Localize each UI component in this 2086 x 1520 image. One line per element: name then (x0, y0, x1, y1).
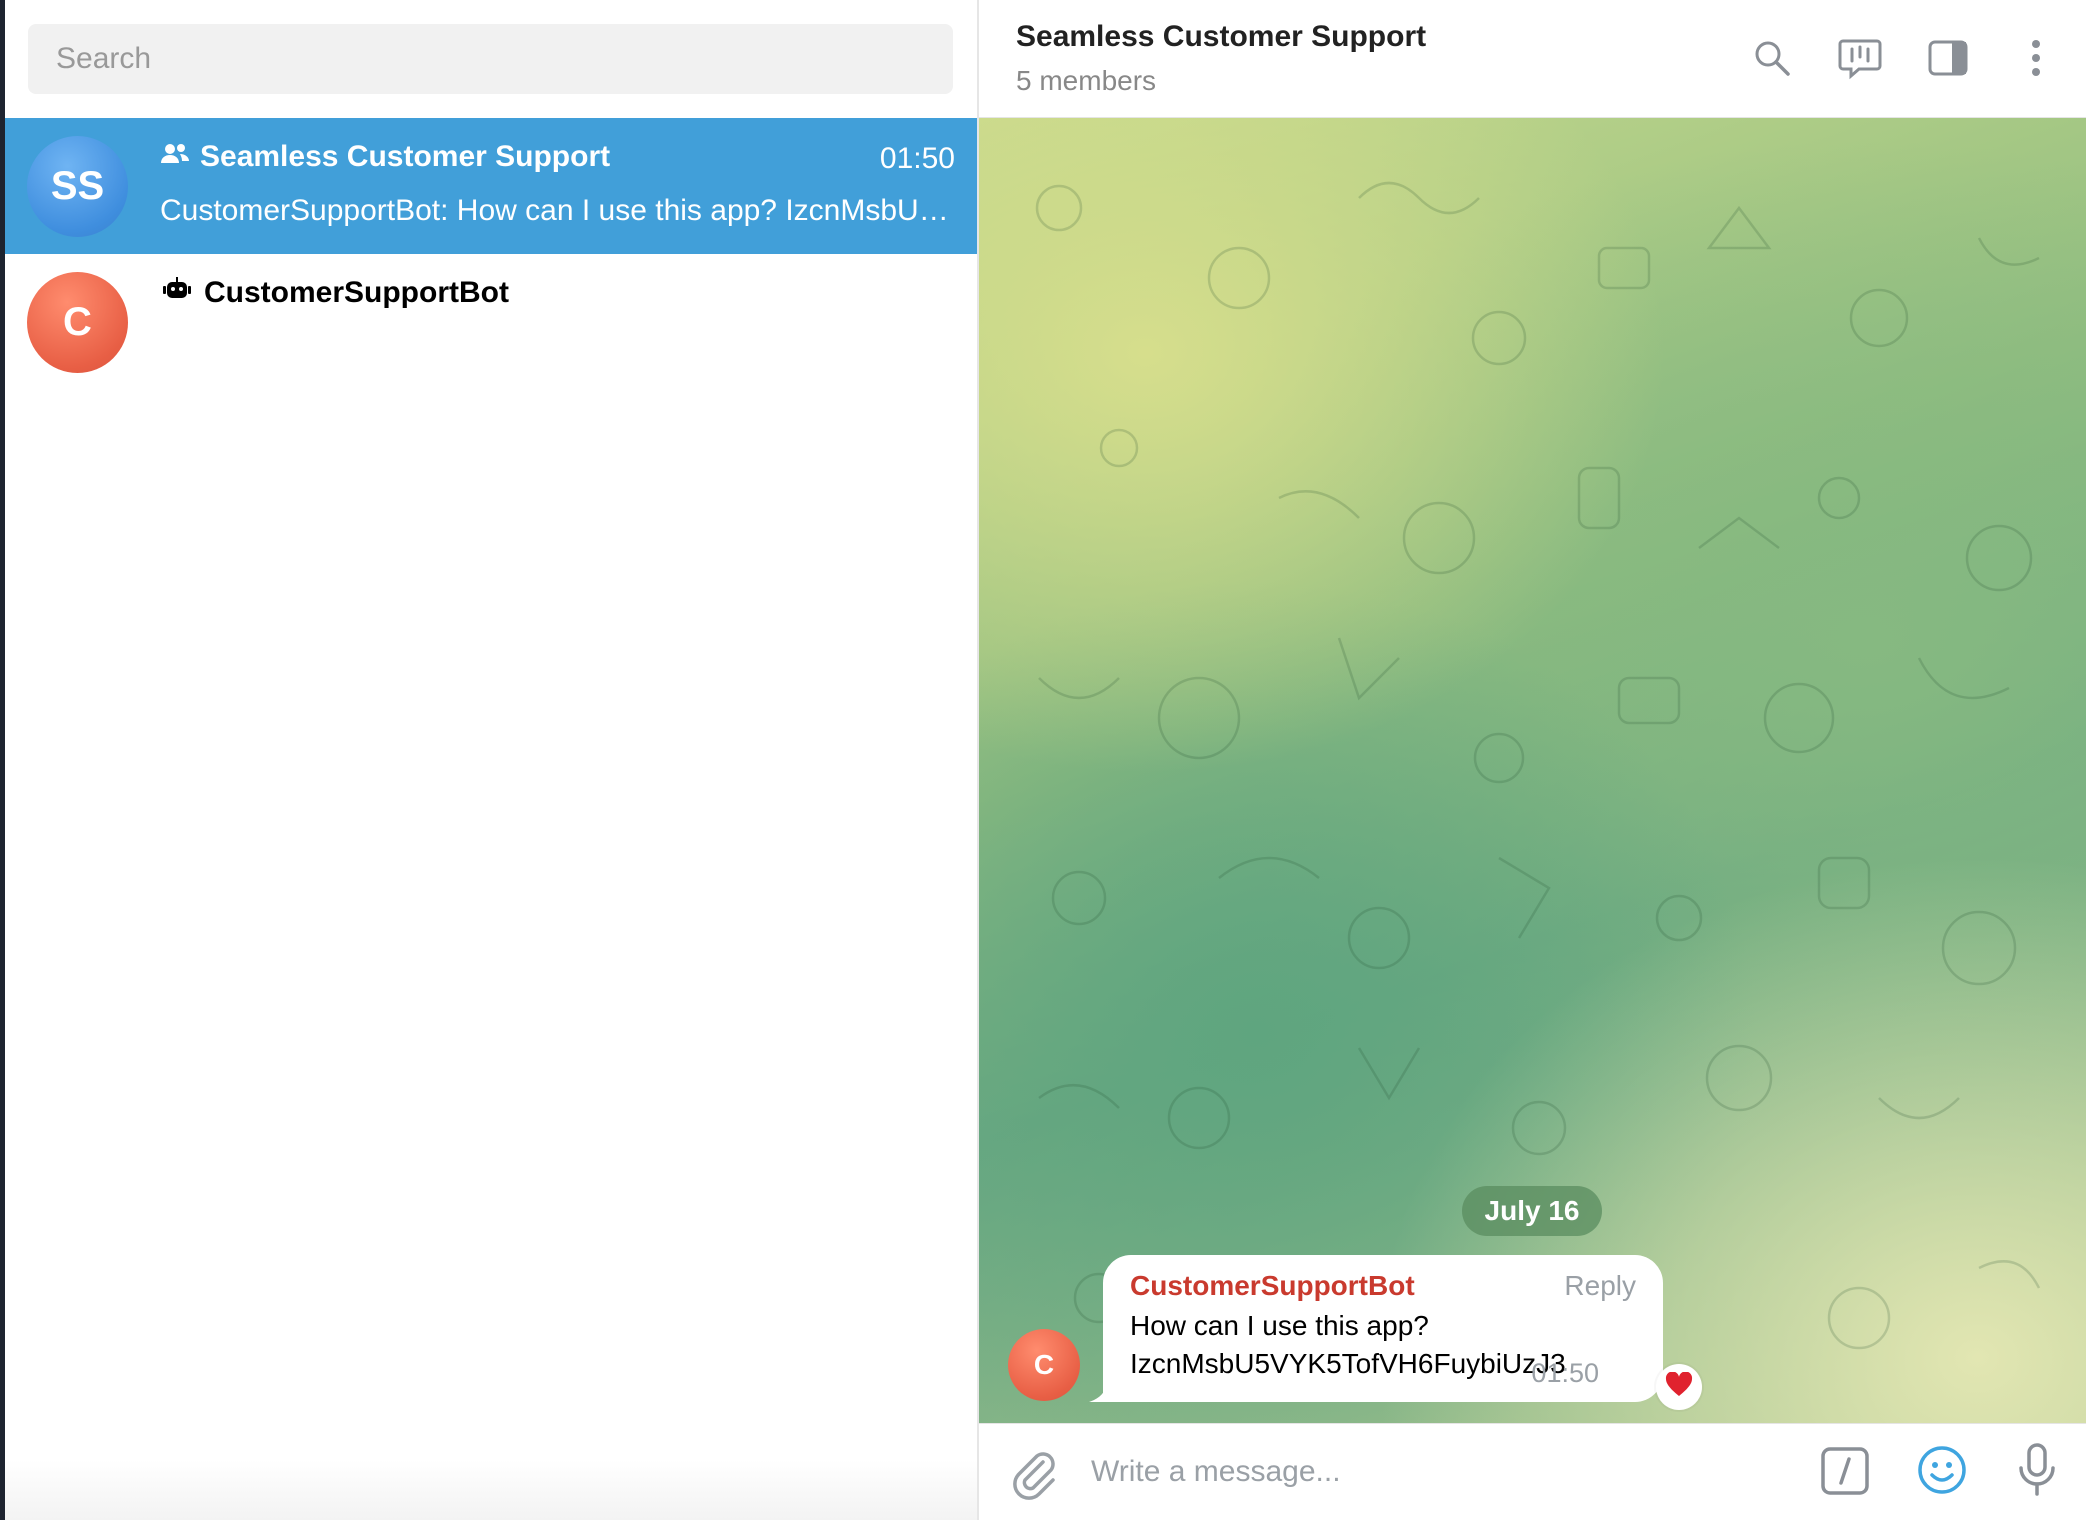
emoji-icon[interactable] (1916, 1444, 1968, 1496)
conversation-header: Seamless Customer Support 5 members (979, 0, 2086, 118)
message-time: 01:50 (1531, 1358, 1599, 1388)
more-icon[interactable] (2012, 34, 2060, 82)
chat-list-pane: SS Seamless Customer Support 01:50 Custo… (0, 0, 982, 1520)
message-line: IzcnMsbU5VYK5TofVH6FuybiUzJ3 (1130, 1348, 1566, 1379)
sidebar-toggle-icon[interactable] (1924, 34, 1972, 82)
chat-background: July 16 C CustomerSupportBot Reply How c… (979, 118, 2086, 1423)
avatar-initials: SS (50, 164, 105, 208)
header-actions (1748, 34, 2060, 82)
attach-icon[interactable] (1005, 1444, 1061, 1500)
chat-item-customersupportbot[interactable]: C CustomerSupportBot (5, 254, 977, 390)
group-icon (160, 140, 190, 174)
avatar: C (27, 272, 128, 373)
microphone-icon[interactable] (2013, 1442, 2061, 1498)
chat-time: 01:50 (879, 142, 955, 175)
chat-preview: CustomerSupportBot: How can I use this a… (160, 194, 950, 227)
reply-button[interactable]: Reply (1564, 1270, 1636, 1302)
bottom-shadow (5, 1460, 982, 1520)
avatar-initials: C (1033, 1349, 1055, 1380)
bot-commands-icon[interactable] (1820, 1446, 1870, 1496)
red-heart-icon (1665, 1370, 1693, 1403)
date-separator: July 16 (1462, 1186, 1602, 1236)
reaction-badge[interactable] (1656, 1364, 1702, 1410)
search-icon[interactable] (1748, 34, 1796, 82)
message-text: How can I use this app? IzcnMsbU5VYK5Tof… (1130, 1307, 1566, 1383)
member-count: 5 members (1016, 65, 1157, 96)
avatar: SS (27, 136, 128, 237)
conversation-pane: Seamless Customer Support 5 members July… (977, 0, 2086, 1520)
chat-title-row: CustomerSupportBot (160, 276, 509, 310)
message-composer (979, 1423, 2086, 1520)
chat-title: Seamless Customer Support (200, 140, 611, 173)
chat-title-row: Seamless Customer Support (160, 140, 610, 174)
avatar[interactable]: C (1008, 1329, 1080, 1401)
message-line: How can I use this app? (1130, 1310, 1429, 1341)
message-bubble[interactable]: CustomerSupportBot Reply How can I use t… (1103, 1255, 1663, 1402)
avatar-initials: C (63, 300, 92, 344)
page-title[interactable]: Seamless Customer Support (1016, 20, 1426, 54)
message-input[interactable] (1091, 1442, 1731, 1502)
message-sender[interactable]: CustomerSupportBot (1130, 1270, 1415, 1302)
voice-chat-icon[interactable] (1836, 34, 1884, 82)
chat-title: CustomerSupportBot (204, 276, 509, 309)
search-input[interactable] (28, 24, 953, 94)
search-box[interactable] (28, 24, 953, 94)
bot-icon (160, 276, 194, 310)
chat-item-seamless-customer-support[interactable]: SS Seamless Customer Support 01:50 Custo… (5, 118, 977, 254)
